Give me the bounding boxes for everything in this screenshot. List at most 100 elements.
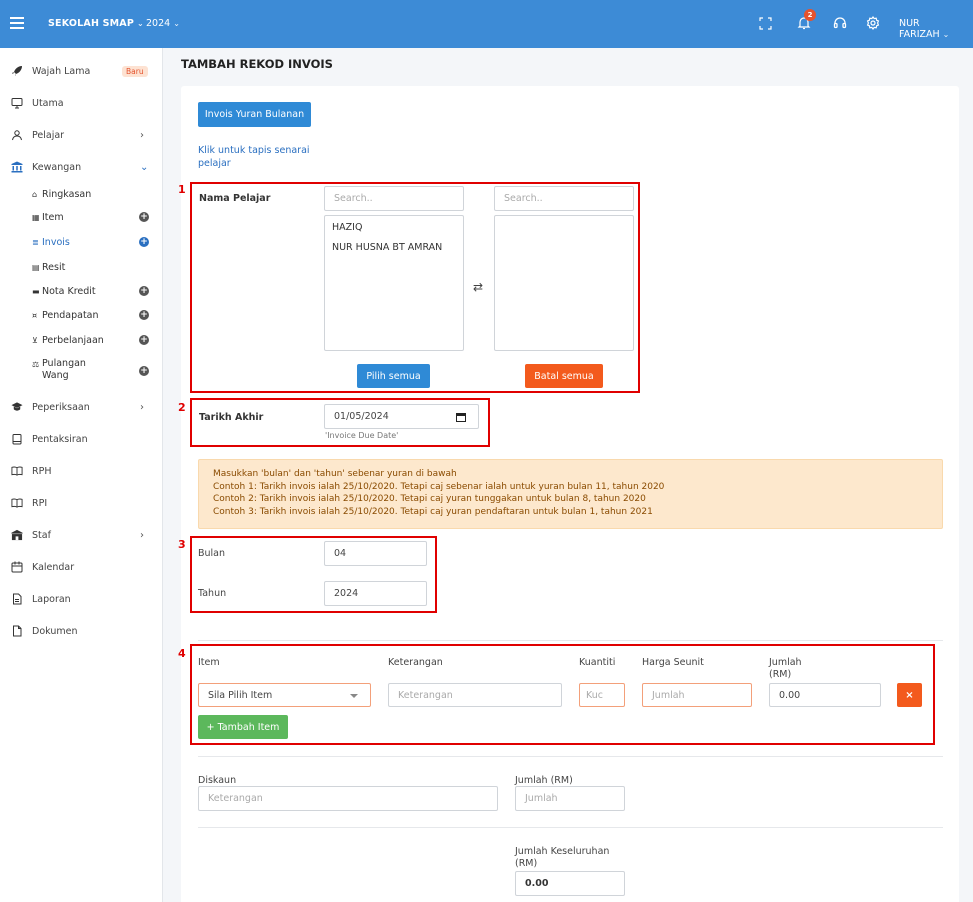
page-title: TAMBAH REKOD INVOIS <box>181 57 333 71</box>
sidebar-subitem-label: Ringkasan <box>42 188 92 200</box>
filter-link-text: pelajar <box>198 158 231 169</box>
sidebar-subitem-nota-kredit[interactable]: ▬ Nota Kredit + <box>0 280 163 302</box>
sidebar-subitem-label: Pulangan <box>42 358 86 369</box>
sidebar-subitem-ringkasan[interactable]: ⌂ Ringkasan <box>0 183 163 205</box>
add-refund-icon[interactable]: + <box>139 366 149 376</box>
income-icon: ¤ <box>32 310 38 320</box>
grid-icon: ▦ <box>32 212 40 222</box>
add-credit-note-icon[interactable]: + <box>139 286 149 296</box>
sidebar-item-label: Kewangan <box>32 161 82 173</box>
sidebar-subitem-invois[interactable]: ≣ Invois + <box>0 231 163 253</box>
grand-total-field: 0.00 <box>515 871 625 896</box>
staff-icon <box>11 529 23 541</box>
support-icon[interactable] <box>830 13 850 33</box>
unit-price-input[interactable]: Jumlah <box>642 683 752 707</box>
filter-link-text: Klik untuk tapis senarai <box>198 145 310 156</box>
chevron-down-icon: ⌄ <box>173 19 180 28</box>
student-search-input-right[interactable]: Search.. <box>494 186 634 211</box>
item-select-value: Sila Pilih Item <box>208 689 273 701</box>
sidebar-subitem-label: Wang <box>42 370 69 381</box>
column-header-amount-unit: (RM) <box>769 669 792 680</box>
notice-line: Masukkan 'bulan' dan 'tahun' sebenar yur… <box>213 469 457 479</box>
monthly-invoice-button[interactable]: Invois Yuran Bulanan <box>198 102 311 127</box>
calendar-icon[interactable] <box>456 412 466 425</box>
add-item-icon[interactable]: + <box>139 212 149 222</box>
chevron-down-icon: ⌄ <box>942 30 950 39</box>
year-input[interactable]: 2024 <box>324 581 427 606</box>
fullscreen-icon[interactable] <box>755 13 775 33</box>
column-header-description: Keterangan <box>388 657 443 668</box>
bank-icon <box>11 161 23 173</box>
due-date-label: Tarikh Akhir <box>199 412 264 423</box>
sidebar-subitem-pendapatan[interactable]: ¤ Pendapatan + <box>0 304 163 326</box>
add-expense-icon[interactable]: + <box>139 335 149 345</box>
delete-row-button[interactable]: × <box>897 683 922 707</box>
user-menu[interactable]: NUR FARIZAH ⌄ <box>899 18 973 40</box>
sidebar-item-peperiksaan[interactable]: Peperiksaan › <box>0 393 163 421</box>
discount-description-input[interactable]: Keterangan <box>198 786 498 811</box>
list-item[interactable]: NUR HUSNA BT AMRAN <box>332 242 442 253</box>
sidebar-item-wajah-lama[interactable]: Wajah Lama Baru <box>0 57 163 85</box>
transfer-icon[interactable]: ⇄ <box>473 280 483 294</box>
sidebar-item-label: RPH <box>32 465 52 477</box>
sidebar-item-kewangan[interactable]: Kewangan ⌄ <box>0 153 163 181</box>
sidebar-item-dokumen[interactable]: Dokumen <box>0 617 163 645</box>
quantity-input[interactable]: Kuc <box>579 683 625 707</box>
month-input[interactable]: 04 <box>324 541 427 566</box>
sidebar-item-staf[interactable]: Staf › <box>0 521 163 549</box>
student-search-input-left[interactable]: Search.. <box>324 186 464 211</box>
expense-icon: ⊻ <box>32 335 38 345</box>
select-all-button[interactable]: Pilih semua <box>357 364 430 388</box>
list-item[interactable]: HAZIQ <box>332 222 362 233</box>
invoice-icon: ≣ <box>32 237 39 247</box>
discount-amount-label: Jumlah (RM) <box>515 775 573 786</box>
sidebar-item-utama[interactable]: Utama <box>0 89 163 117</box>
add-income-icon[interactable]: + <box>139 310 149 320</box>
sidebar-subitem-label: Resit <box>42 261 66 273</box>
total-label-text: Jumlah Keseluruhan <box>515 846 610 857</box>
sidebar-item-kalendar[interactable]: Kalendar <box>0 553 163 581</box>
year-selector[interactable]: 2024 ⌄ <box>146 18 180 29</box>
clipboard-icon <box>11 433 23 445</box>
sidebar-item-laporan[interactable]: Laporan <box>0 585 163 613</box>
sidebar-subitem-label: Invois <box>42 236 70 248</box>
deselect-all-button[interactable]: Batal semua <box>525 364 603 388</box>
available-students-list[interactable]: HAZIQ NUR HUSNA BT AMRAN <box>324 215 464 351</box>
annotation-number: 4 <box>178 647 186 660</box>
gear-icon[interactable] <box>863 13 883 33</box>
sidebar-item-label: Dokumen <box>32 625 78 637</box>
bell-icon[interactable]: 2 <box>794 9 816 33</box>
school-selector[interactable]: SEKOLAH SMAP ⌄ <box>48 18 144 29</box>
discount-amount-input[interactable]: Jumlah <box>515 786 625 811</box>
sidebar-item-label: Staf <box>32 529 51 541</box>
selected-students-list[interactable] <box>494 215 634 351</box>
report-icon <box>11 593 23 605</box>
sidebar-item-pelajar[interactable]: Pelajar › <box>0 121 163 149</box>
annotation-number: 2 <box>178 401 186 414</box>
notice-line: Contoh 2: Tarikh invois ialah 25/10/2020… <box>213 494 646 504</box>
notice-line: Contoh 1: Tarikh invois ialah 25/10/2020… <box>213 481 665 492</box>
sidebar-item-rph[interactable]: RPH <box>0 457 163 485</box>
divider <box>198 827 943 828</box>
month-label: Bulan <box>198 548 226 559</box>
sidebar-item-pentaksiran[interactable]: Pentaksiran <box>0 425 163 453</box>
sidebar-item-label: Laporan <box>32 593 71 605</box>
description-input[interactable]: Keterangan <box>388 683 562 707</box>
sidebar-subitem-pulangan-wang[interactable]: ⚖ Pulangan Wang + <box>0 354 163 388</box>
sidebar-subitem-perbelanjaan[interactable]: ⊻ Perbelanjaan + <box>0 329 163 351</box>
add-invoice-icon[interactable]: + <box>139 237 149 247</box>
sidebar-item-rpi[interactable]: RPI <box>0 489 163 517</box>
menu-icon[interactable] <box>10 17 24 29</box>
sidebar-subitem-resit[interactable]: ▤ Resit <box>0 256 163 278</box>
document-icon <box>11 625 23 637</box>
amount-field[interactable]: 0.00 <box>769 683 881 707</box>
due-date-input[interactable]: 01/05/2024 <box>324 404 479 429</box>
sidebar-subitem-item[interactable]: ▦ Item + <box>0 206 163 228</box>
annotation-number: 3 <box>178 538 186 551</box>
total-label-unit: (RM) <box>515 858 538 869</box>
item-select[interactable]: Sila Pilih Item <box>198 683 371 707</box>
new-badge: Baru <box>122 65 148 77</box>
sidebar-item-label: Pentaksiran <box>32 433 88 445</box>
filter-students-link[interactable]: Klik untuk tapis senarai pelajar <box>198 144 310 170</box>
add-item-button[interactable]: + Tambah Item <box>198 715 288 739</box>
